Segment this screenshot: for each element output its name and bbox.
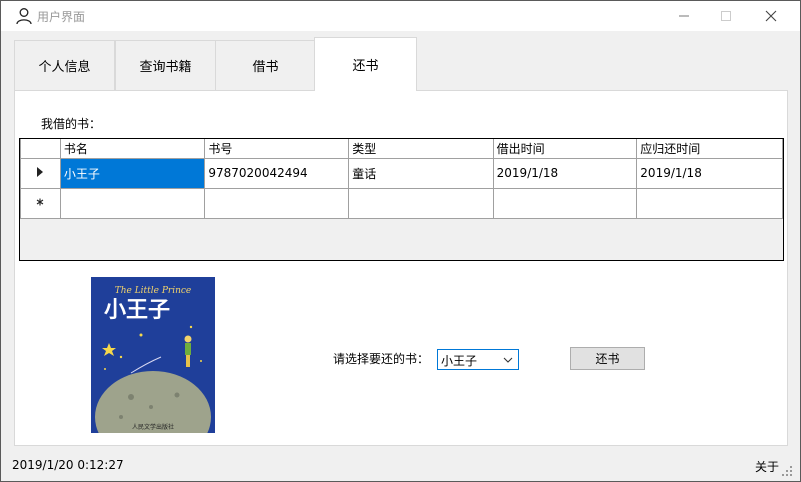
column-header[interactable]: 借出时间	[492, 139, 638, 159]
grid-table: 书名 书号 类型 借出时间 应归还时间 小王子 9787020042494 童话…	[20, 139, 783, 219]
grid-cell[interactable]	[204, 187, 350, 219]
grid-cell[interactable]	[492, 187, 638, 219]
cover-title-en: The Little Prince	[115, 286, 192, 296]
minimize-button[interactable]	[661, 1, 707, 31]
about-link[interactable]: 关于	[755, 458, 779, 475]
grid-cell[interactable]	[636, 187, 783, 219]
table-row[interactable]: 小王子 9787020042494 童话 2019/1/18 2019/1/18	[20, 157, 783, 189]
tab-borrow[interactable]: 借书	[215, 40, 316, 90]
row-selector[interactable]	[20, 187, 61, 219]
return-book-select[interactable]: 小王子	[437, 349, 519, 370]
column-header[interactable]: 类型	[348, 139, 494, 159]
tab-search-books[interactable]: 查询书籍	[115, 40, 216, 90]
return-book-button[interactable]: 还书	[570, 347, 645, 370]
corner-header[interactable]	[20, 139, 61, 159]
borrowed-books-label: 我借的书：	[41, 117, 102, 131]
chevron-down-icon	[503, 357, 513, 363]
new-row[interactable]	[20, 187, 783, 219]
choose-book-label: 请选择要还的书：	[333, 352, 430, 366]
minimize-icon	[679, 15, 689, 17]
book-cover-image: The Little Prince 小王子 人民文学出版社	[91, 277, 215, 433]
grid-cell[interactable]: 童话	[348, 157, 494, 189]
title-bar[interactable]: 用户界面	[1, 1, 800, 31]
cover-title-cn: 小王子	[104, 298, 170, 323]
status-bar: 2019/1/20 0:12:27 关于	[1, 453, 800, 481]
return-tab-panel: 我借的书： 书名 书号 类型 借出时间 应归还时间 小王子 9787020042…	[14, 90, 788, 446]
column-header[interactable]: 应归还时间	[636, 139, 783, 159]
tab-label: 还书	[352, 59, 379, 74]
borrowed-books-grid[interactable]: 书名 书号 类型 借出时间 应归还时间 小王子 9787020042494 童话…	[19, 138, 784, 261]
grid-cell[interactable]: 2019/1/18	[492, 157, 638, 189]
column-header[interactable]: 书号	[204, 139, 350, 159]
tab-personal-info[interactable]: 个人信息	[14, 40, 115, 90]
cover-publisher: 人民文学出版社	[132, 423, 174, 431]
close-button[interactable]	[748, 1, 794, 31]
status-datetime: 2019/1/20 0:12:27	[12, 458, 124, 472]
return-button-label: 还书	[595, 352, 620, 366]
grid-cell[interactable]	[348, 187, 494, 219]
tab-label: 查询书籍	[139, 60, 192, 75]
tab-label: 借书	[252, 60, 279, 75]
current-row-arrow-icon	[37, 166, 44, 177]
user-icon	[16, 8, 32, 25]
resize-grip-icon[interactable]	[781, 465, 793, 477]
new-row-asterisk-icon	[37, 198, 44, 205]
maximize-icon	[721, 11, 731, 21]
grid-cell[interactable]: 2019/1/18	[636, 157, 783, 189]
app-window: 用户界面 个人信息 查询书籍 借书 还书 我借的书： 书名 书号 类型 借出时间…	[0, 0, 801, 482]
close-icon	[765, 10, 777, 22]
window-title: 用户界面	[37, 10, 86, 24]
grid-cell[interactable]: 小王子	[59, 157, 206, 189]
column-header[interactable]: 书名	[59, 139, 206, 159]
tab-label: 个人信息	[38, 60, 91, 75]
grid-cell[interactable]: 9787020042494	[204, 157, 350, 189]
select-value: 小王子	[441, 354, 478, 368]
maximize-button[interactable]	[703, 1, 749, 31]
grid-header-row: 书名 书号 类型 借出时间 应归还时间	[20, 139, 783, 159]
row-selector[interactable]	[20, 157, 61, 189]
grid-cell[interactable]	[59, 187, 206, 219]
tab-return[interactable]: 还书	[314, 37, 417, 91]
